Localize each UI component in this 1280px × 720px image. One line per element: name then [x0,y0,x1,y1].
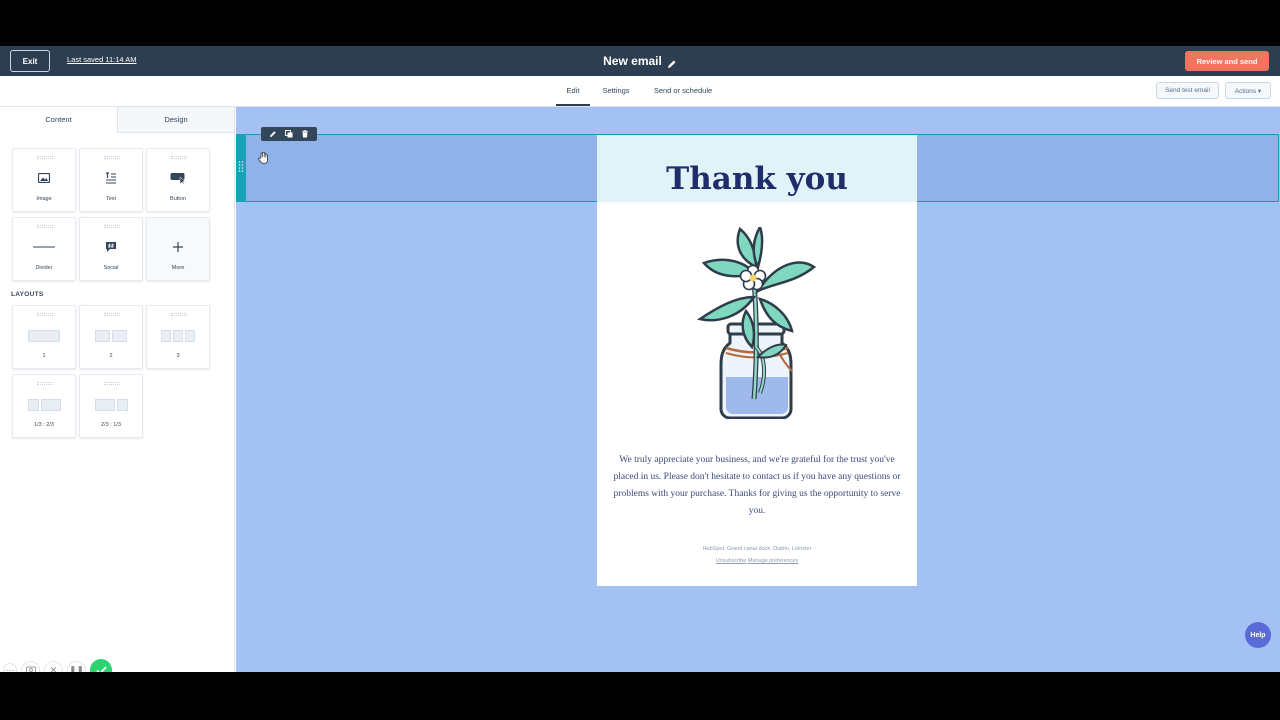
layout-preview [80,399,142,411]
tab-edit[interactable]: Edit [556,76,590,106]
module-tile-image[interactable]: Image [12,148,76,212]
content-sidebar: Content Design Image Text Button Divider… [0,107,235,672]
layout-preview [80,330,142,342]
hand-cursor-icon [258,151,268,164]
layout-tile-label: 1 [42,353,46,359]
top-header-bar: Exit Last saved 11:14 AM New email Revie… [0,46,1280,76]
module-tile-label: Divider [35,265,53,271]
send-test-email-button[interactable]: Send test email [1156,82,1219,99]
email-heading[interactable]: Thank you [666,161,848,197]
layout-tile-1[interactable]: 1 [12,305,76,369]
email-body[interactable]: Thank you We truly appreciate your busin… [597,135,917,586]
module-tile-label: More [171,265,185,271]
layout-tile-2-3-1-3[interactable]: 2/3 : 1/3 [79,374,143,438]
sidebar-tab-content[interactable]: Content [0,107,117,133]
footer-address: HubSpot, Grand canal dock, Dublin, Leins… [702,546,812,552]
trash-icon[interactable] [301,130,309,138]
layout-preview [147,330,209,342]
email-preview-canvas[interactable]: Thank you We truly appreciate your busin… [236,107,1280,672]
layout-tile-label: 1/3 : 2/3 [34,422,54,428]
module-tile-label: Text [105,196,117,202]
layout-tile-3[interactable]: 3 [146,305,210,369]
footer-links: Unsubscribe Manage preferences [597,558,917,564]
layout-tile-1-3-2-3[interactable]: 1/3 : 2/3 [12,374,76,438]
drag-handle-icon [37,156,53,159]
button-icon [147,169,209,187]
layout-preview [13,399,75,411]
actions-dropdown-button[interactable]: Actions ▾ [1225,82,1271,99]
drag-handle-icon [104,225,120,228]
manage-preferences-link[interactable]: Manage preferences [748,558,798,564]
social-hashtag-icon [80,238,142,256]
pause-icon[interactable]: ❚❚ [67,660,86,672]
layout-preview [13,330,75,342]
close-icon[interactable]: ✕ [44,660,63,672]
section-drag-handle[interactable] [236,134,246,202]
email-header-section[interactable]: Thank you [597,135,917,202]
checkmark-icon[interactable] [90,659,112,672]
help-button[interactable]: Help [1245,622,1271,648]
email-title-area: New email [540,46,740,76]
drag-handle-icon [171,313,187,316]
more-options-icon[interactable]: ⋯ [3,663,17,672]
layout-tile-label: 2 [109,353,113,359]
last-saved-link[interactable]: Last saved 11:14 AM [67,55,137,64]
editor-tabs-bar: Edit Settings Send or schedule Send test… [0,76,1280,107]
clone-icon[interactable] [285,130,293,138]
layout-tile-label: 3 [176,353,180,359]
unsubscribe-link[interactable]: Unsubscribe [716,558,747,564]
drag-handle-icon [37,313,53,316]
drag-handle-icon [104,313,120,316]
module-tile-text[interactable]: Text [79,148,143,212]
layouts-heading: LAYOUTS [11,291,44,298]
tab-send-or-schedule[interactable]: Send or schedule [648,76,718,106]
module-tile-social[interactable]: Social [79,217,143,281]
module-tile-label: Image [36,196,52,202]
module-tile-more[interactable]: More [146,217,210,281]
edit-pencil-icon[interactable] [269,130,277,138]
module-tile-divider[interactable]: Divider [12,217,76,281]
plus-icon [147,238,209,256]
email-editor-app: Exit Last saved 11:14 AM New email Revie… [0,46,1280,672]
edit-pencil-icon[interactable] [667,56,677,68]
email-title[interactable]: New email [603,54,662,68]
image-icon [13,169,75,187]
module-tile-label: Button [170,196,186,202]
camera-icon[interactable] [21,660,40,672]
layout-tile-label: 2/3 : 1/3 [101,422,121,428]
text-icon [80,169,142,187]
plant-in-jar-illustration[interactable] [696,223,818,424]
layout-tile-2[interactable]: 2 [79,305,143,369]
tab-settings[interactable]: Settings [597,76,635,106]
drag-handle-icon [37,382,53,385]
email-body-text[interactable]: We truly appreciate your business, and w… [607,452,907,520]
sidebar-tab-design[interactable]: Design [117,107,234,133]
divider-icon [13,238,75,256]
section-toolbar [261,127,317,141]
module-tile-label: Social [103,265,119,271]
exit-button[interactable]: Exit [10,50,50,72]
drag-handle-icon [104,156,120,159]
drag-handle-icon [104,382,120,385]
recording-controls: ⋯ ✕ ❚❚ [3,659,112,672]
review-and-send-button[interactable]: Review and send [1185,51,1269,71]
module-tile-button[interactable]: Button [146,148,210,212]
drag-handle-icon [171,156,187,159]
drag-handle-icon [37,225,53,228]
